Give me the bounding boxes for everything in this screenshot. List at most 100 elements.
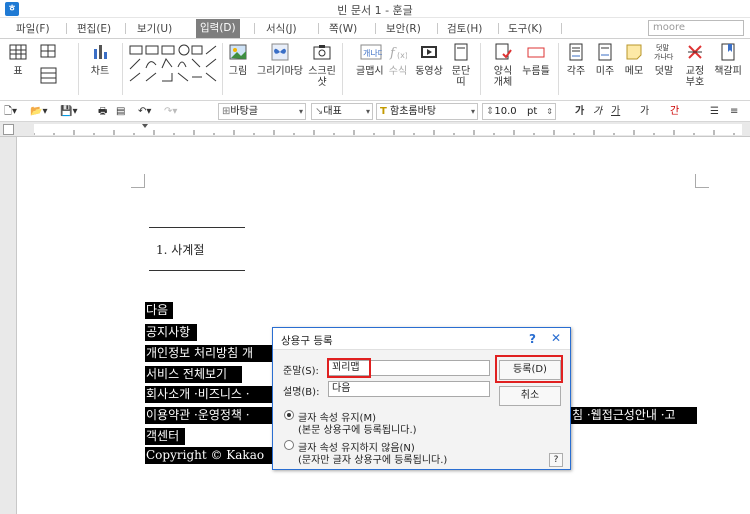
- autotext-register-dialog: 상용구 등록 ? ✕ 준말(S): 꾀리맵 설명(B): 다음 등록(D) 취소…: [272, 327, 571, 470]
- footnote-button[interactable]: 각주: [564, 43, 588, 97]
- paragraph-band-button[interactable]: 문단 띠: [449, 43, 473, 97]
- heading-text: 1. 사계절: [156, 243, 205, 257]
- comment-text-icon: 덧말 가나다: [652, 43, 676, 61]
- table-grid-icon: [40, 67, 58, 85]
- video-icon: [420, 43, 438, 61]
- open-folder-icon[interactable]: 📂▾: [30, 104, 47, 119]
- selected-line: 공지사항: [145, 324, 197, 341]
- close-icon[interactable]: ✕: [551, 331, 561, 345]
- underline-button[interactable]: 가: [611, 104, 620, 119]
- ruler-corner-button[interactable]: [3, 124, 14, 135]
- undo-icon[interactable]: ↶▾: [138, 104, 151, 119]
- form-object-button[interactable]: 양식 개체: [488, 43, 518, 97]
- bookmark-icon: [719, 43, 737, 61]
- selected-line: 개인정보 처리방침 개: [145, 345, 273, 362]
- picture-button[interactable]: 그림: [226, 43, 250, 97]
- description-label: 설명(B):: [283, 387, 320, 398]
- chart-button[interactable]: 차트: [86, 43, 114, 97]
- no-format-note: (문자만 글자 상용구에 등록됩니다.): [298, 455, 448, 466]
- keep-format-note: (본문 상용구에 등록됩니다.): [298, 425, 417, 436]
- shortcut-label: 준말(S):: [283, 366, 319, 377]
- vertical-ruler[interactable]: [0, 137, 17, 514]
- wordart-icon: 개나다: [360, 43, 386, 61]
- preview-icon[interactable]: ▤: [116, 104, 125, 119]
- proofread-button[interactable]: 교정 부호: [682, 43, 708, 97]
- endnote-button[interactable]: 미주: [593, 43, 617, 97]
- window-title: 빈 문서 1 - 훈글: [337, 4, 413, 17]
- menu-security[interactable]: 보안(R): [382, 21, 425, 37]
- keep-format-radio[interactable]: [284, 410, 294, 420]
- margin-corner-tl: [131, 174, 145, 188]
- print-icon[interactable]: 🖶: [98, 104, 107, 119]
- format-toolbar: 🗋▾ 📂▾ 💾▾ 🖶 ▤ ↶▾ ↷▾ ⊞바탕글 ▾ ↘대표 ▾ T 함초롬바탕 ▾ ⇕…: [0, 101, 750, 122]
- save-icon[interactable]: 💾▾: [60, 104, 77, 119]
- form-icon: [494, 43, 512, 61]
- search-input[interactable]: moore: [648, 20, 744, 36]
- table-icon: [9, 43, 27, 61]
- cancel-button[interactable]: 취소: [499, 386, 561, 406]
- bold-button[interactable]: 가: [575, 104, 584, 119]
- video-button[interactable]: 동영상: [414, 43, 444, 97]
- font-size-select[interactable]: ⇕10.0 pt ⇕: [482, 103, 556, 120]
- font-select[interactable]: T 함초롬바탕 ▾: [376, 103, 478, 120]
- new-document-icon[interactable]: 🗋▾: [4, 104, 17, 119]
- formula-button[interactable]: f (x) 수식: [386, 43, 410, 97]
- menu-format[interactable]: 서식(J): [262, 21, 301, 37]
- style-select[interactable]: ⊞바탕글 ▾: [218, 103, 306, 120]
- footnote-icon: [567, 43, 585, 61]
- formula-icon: f (x): [389, 43, 408, 61]
- help-icon[interactable]: ?: [529, 332, 536, 346]
- camera-icon: [313, 43, 331, 61]
- language-select[interactable]: ↘대표 ▾: [311, 103, 373, 120]
- dialog-title-bar: 상용구 등록 ? ✕: [273, 328, 570, 350]
- register-highlight: [495, 355, 563, 383]
- picture-icon: [229, 43, 247, 61]
- font-color-button[interactable]: 간: [670, 104, 679, 119]
- svg-text:(x): (x): [397, 51, 407, 60]
- redo-icon[interactable]: ↷▾: [164, 104, 177, 119]
- svg-text:개나다: 개나다: [363, 48, 382, 58]
- dialog-help-button[interactable]: ?: [549, 453, 563, 467]
- italic-button[interactable]: 가: [593, 104, 602, 119]
- selected-line: 회사소개 ·비즈니스 ·: [145, 386, 273, 403]
- align-left-icon[interactable]: ☰: [710, 104, 719, 119]
- selected-line: 객센터: [145, 428, 185, 445]
- push-field-button[interactable]: 누름틀: [520, 43, 552, 97]
- table-edit-icon: [40, 43, 58, 61]
- svg-text:가나다: 가나다: [654, 52, 674, 61]
- selected-line: Copyright © Kakao: [145, 447, 273, 464]
- selected-line: 침 ·웹접근성안내 ·고: [571, 407, 697, 424]
- menu-page[interactable]: 쪽(W): [325, 21, 361, 37]
- heading-rule-bottom: [149, 270, 245, 271]
- screenshot-button[interactable]: 스크린 샷: [307, 43, 337, 97]
- strikethrough-button[interactable]: 가: [640, 104, 649, 119]
- menu-edit[interactable]: 편집(E): [73, 21, 115, 37]
- shortcut-highlight: [327, 358, 371, 378]
- no-format-radio[interactable]: [284, 440, 294, 450]
- description-input[interactable]: 다음: [328, 381, 490, 397]
- heading-rule-top: [149, 227, 245, 228]
- align-center-icon[interactable]: ≡: [730, 104, 738, 119]
- menu-tools[interactable]: 도구(K): [504, 21, 546, 37]
- comment-button[interactable]: 덧말 가나다 덧말: [651, 43, 677, 97]
- paragraph-band-icon: [452, 43, 470, 61]
- menu-bar: 파일(F) 편집(E) 보기(U) 입력(D) 서식(J) 쪽(W) 보안(R)…: [0, 18, 750, 39]
- menu-review[interactable]: 검토(H): [443, 21, 486, 37]
- menu-view[interactable]: 보기(U): [133, 21, 176, 37]
- menu-insert[interactable]: 입력(D): [196, 19, 240, 38]
- bookmark-button[interactable]: 책갈피: [711, 43, 745, 97]
- title-bar: ㅎ 빈 문서 1 - 훈글: [0, 0, 750, 18]
- table-tools-button[interactable]: [38, 43, 60, 97]
- shapes-gallery[interactable]: [128, 43, 218, 97]
- svg-text:덧말: 덧말: [656, 43, 669, 52]
- ruler-scale: [33, 124, 742, 135]
- caption-button[interactable]: 개나다 글맵시: [356, 43, 386, 97]
- memo-button[interactable]: 메모: [622, 43, 646, 97]
- selected-line: 이용약관 ·운영정책 ·: [145, 407, 273, 424]
- table-button[interactable]: 표: [6, 43, 30, 97]
- dialog-title: 상용구 등록: [281, 335, 333, 347]
- field-icon: [527, 43, 545, 61]
- endnote-icon: [596, 43, 614, 61]
- menu-file[interactable]: 파일(F): [12, 21, 54, 37]
- paint-button[interactable]: 그리기마당: [255, 43, 305, 97]
